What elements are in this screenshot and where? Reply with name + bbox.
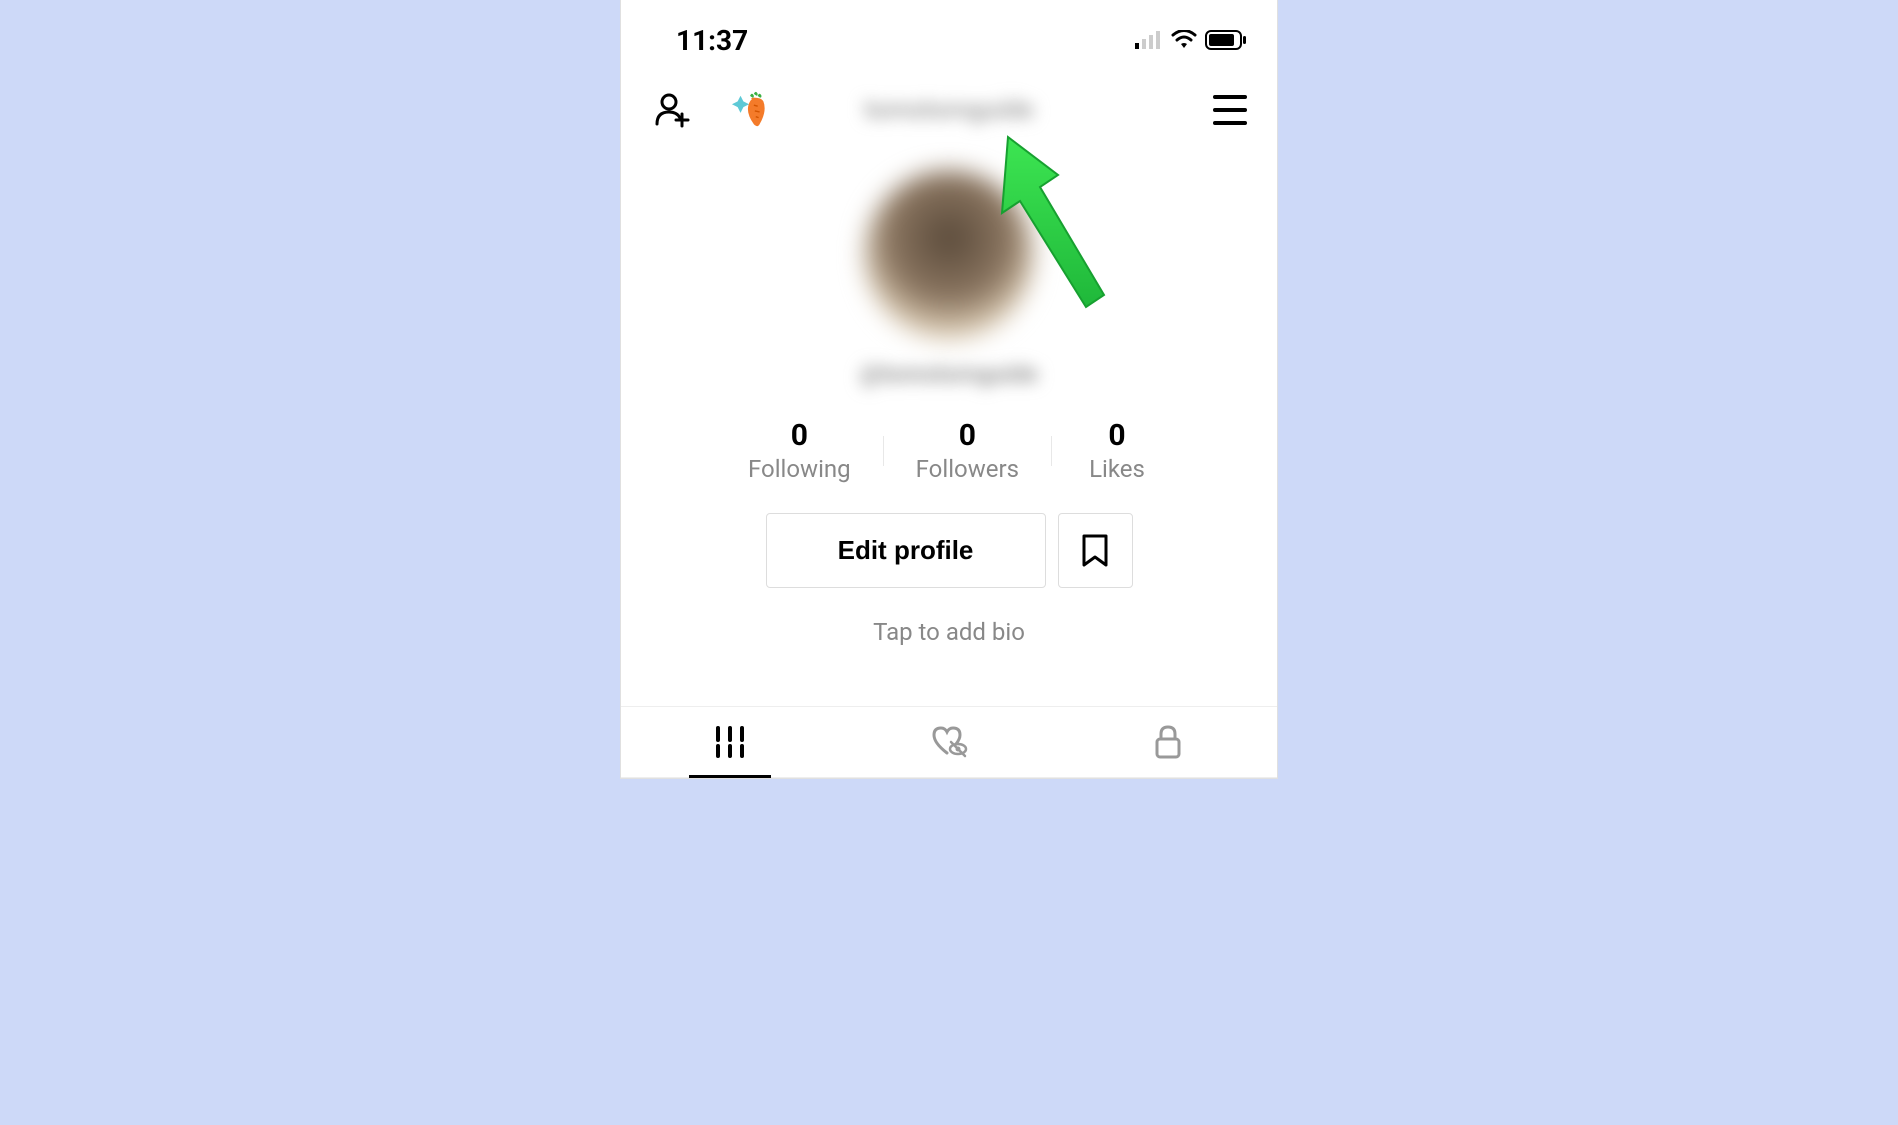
profile-section: @tomstomguide 0 Following 0 Followers 0 … (621, 150, 1277, 706)
carrot-sparkle-icon[interactable] (731, 90, 771, 130)
stat-label: Likes (1089, 455, 1145, 483)
cellular-signal-icon (1135, 31, 1163, 49)
hamburger-menu-icon[interactable] (1213, 95, 1247, 125)
stat-value: 0 (791, 418, 808, 453)
status-bar: 11:37 (621, 0, 1277, 70)
tab-private[interactable] (1058, 707, 1277, 777)
heart-hidden-icon (930, 725, 968, 759)
username-handle[interactable]: @tomstomguide (860, 360, 1038, 388)
header-username[interactable]: tomstomguide (864, 95, 1033, 125)
wifi-icon (1171, 30, 1197, 50)
bookmark-icon (1081, 534, 1109, 568)
bookmark-button[interactable] (1058, 513, 1133, 588)
edit-profile-button[interactable]: Edit profile (766, 513, 1046, 588)
stat-likes[interactable]: 0 Likes (1052, 418, 1182, 483)
action-row: Edit profile (766, 513, 1133, 588)
stat-following[interactable]: 0 Following (716, 418, 883, 483)
status-icons (1135, 30, 1247, 50)
stat-label: Following (748, 455, 851, 483)
battery-icon (1205, 30, 1247, 50)
stat-value: 0 (1108, 418, 1125, 453)
status-time: 11:37 (676, 24, 748, 57)
phone-frame: 11:37 (620, 0, 1278, 779)
header-row: tomstomguide (621, 70, 1277, 150)
avatar[interactable] (864, 170, 1034, 340)
stat-followers[interactable]: 0 Followers (884, 418, 1051, 483)
lock-icon (1153, 725, 1183, 759)
tab-grid[interactable] (621, 707, 840, 777)
stat-label: Followers (916, 455, 1019, 483)
profile-tabs (621, 706, 1277, 778)
grid-icon (715, 726, 745, 758)
stats-row: 0 Following 0 Followers 0 Likes (716, 418, 1182, 483)
bio-placeholder[interactable]: Tap to add bio (873, 618, 1025, 646)
tab-liked[interactable] (840, 707, 1059, 777)
add-friend-icon[interactable] (651, 90, 691, 130)
stat-value: 0 (959, 418, 976, 453)
